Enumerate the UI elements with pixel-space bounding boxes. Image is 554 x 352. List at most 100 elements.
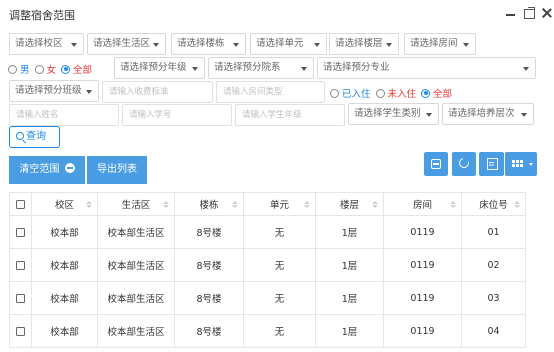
close-icon[interactable] [540,5,554,21]
unit-select[interactable]: 请选择单元 [250,33,327,55]
checkbox-icon[interactable] [16,199,25,209]
column-header[interactable]: 校区 [31,192,98,216]
pre-department-select-label: 请选择预分院系 [214,62,281,73]
table-row[interactable]: 校本部 校本部生活区 8号楼无 1层 0119 02 [9,248,526,282]
table-cell: 无 [243,248,316,282]
checkbox-icon[interactable] [16,293,25,303]
column-header-label: 生活区 [121,200,151,211]
sort-icon[interactable] [163,201,169,208]
table-cell: 0119 [383,215,462,249]
living-area-select[interactable]: 请选择生活区 [87,33,166,55]
chevron-down-icon [523,67,529,71]
room-select[interactable]: 请选择房间 [404,33,476,55]
gender-radio-option-2[interactable]: 全部 [61,62,92,76]
clear-scope-button[interactable]: 清空范围 [9,156,85,184]
maximize-icon[interactable] [522,5,536,21]
chevron-down-icon [386,43,392,47]
chevron-down-icon [153,43,159,47]
building-select[interactable]: 请选择楼栋 [171,33,246,55]
table-cell: 0119 [383,281,462,315]
gender-radio-label-1: 女 [46,65,57,76]
gender-radio-option-1[interactable]: 女 [34,62,57,76]
student-type-select[interactable]: 请选择学生类别 [348,103,439,125]
unit-select-label: 请选择单元 [256,38,304,49]
building-select-label: 请选择楼栋 [177,38,225,49]
refresh-icon[interactable] [452,152,476,176]
table-cell: 0119 [383,314,462,348]
column-header[interactable]: 单元 [243,192,316,216]
table-cell: 8号楼 [174,314,244,348]
pre-class-select[interactable]: 请选择预分班级 [9,80,99,102]
occupancy-radio-option-2[interactable]: 全部 [421,86,452,100]
table-cell: 校本部生活区 [97,281,175,315]
room-type-input[interactable]: 请输入房间类型 [216,81,325,103]
pre-department-select[interactable]: 请选择预分院系 [208,57,314,79]
sort-icon[interactable] [372,201,378,208]
floor-select[interactable]: 请选择楼层 [329,33,399,55]
chevron-down-icon [86,90,92,94]
column-header[interactable]: 床位号 [461,192,526,216]
radio-0-icon [8,64,17,74]
row-checkbox-cell[interactable] [9,281,32,315]
table-row[interactable]: 校本部 校本部生活区 8号楼无 1层 0119 01 [9,215,526,249]
collapse-icon[interactable] [424,152,448,176]
table-row[interactable]: 校本部 校本部生活区 8号楼无 1层 0119 04 [9,314,526,348]
minimize-icon[interactable] [504,5,518,21]
sort-icon[interactable] [86,201,92,208]
minus-circle-icon [64,163,75,173]
query-button[interactable]: 查询 [9,126,60,148]
fee-standard-input[interactable]: 请输入收费标准 [102,81,213,103]
chevron-down-icon [301,67,307,71]
chevron-down-icon [71,43,77,47]
chevron-down-icon [426,113,432,117]
export-list-button[interactable]: 导出列表 [87,156,147,184]
checkbox-icon[interactable] [16,326,25,336]
column-header-label: 楼层 [339,200,359,211]
clear-scope-label: 清空范围 [19,164,60,175]
pre-grade-select[interactable]: 请选择预分年级 [114,57,205,79]
student-no-input[interactable]: 请输入学号 [122,104,232,126]
occupancy-radio-option-0[interactable]: 已入住 [330,86,371,100]
table-body: 校本部 校本部生活区 8号楼无 1层 0119 01 校本部 校本部生活区 8号楼无 1层 0119… [9,215,526,348]
sort-icon[interactable] [514,201,520,208]
column-header[interactable]: 房间 [383,192,462,216]
pre-major-select-label: 请选择预分专业 [323,62,390,73]
checkbox-icon[interactable] [16,260,25,270]
sort-icon[interactable] [450,201,456,208]
gender-radio-option-0[interactable]: 男 [8,62,30,76]
training-level-select-label: 请选择培养层次 [448,108,515,119]
column-header[interactable]: 生活区 [97,192,175,216]
select-all-checkbox[interactable] [9,192,32,216]
checkbox-icon[interactable] [16,227,25,237]
column-header[interactable]: 楼栋 [174,192,244,216]
sort-icon[interactable] [304,201,310,208]
pre-class-select-label: 请选择预分班级 [15,85,82,96]
radio-2-icon [61,64,71,74]
table-row[interactable]: 校本部 校本部生活区 8号楼无 1层 0119 03 [9,281,526,315]
occupancy-radio-label-2: 全部 [433,89,453,100]
chevron-down-icon [314,43,320,47]
sort-icon[interactable] [232,201,238,208]
campus-select-label: 请选择校区 [15,38,63,49]
table-cell: 无 [243,281,316,315]
student-year-input[interactable]: 请输入学生年级 [235,104,345,126]
campus-select[interactable]: 请选择校区 [9,33,84,55]
table-cell: 8号楼 [174,215,244,249]
column-header[interactable]: 楼层 [315,192,384,216]
columns-icon[interactable] [505,152,537,176]
title-bar: 调整宿舍范围 [0,0,554,28]
occupancy-radio-option-1[interactable]: 未入住 [375,86,416,100]
list-icon[interactable] [479,152,504,176]
row-checkbox-cell[interactable] [9,248,32,282]
occupancy-radio-label-0: 已入住 [342,89,371,100]
pre-major-select[interactable]: 请选择预分专业 [317,57,536,79]
name-input[interactable]: 请输入姓名 [9,104,119,126]
table-cell: 04 [461,314,526,348]
table-header: 校区 生活区 楼栋 单元 楼层 房间 床位号 [9,192,526,216]
row-checkbox-cell[interactable] [9,314,32,348]
training-level-select[interactable]: 请选择培养层次 [442,103,534,125]
table-cell: 1层 [315,215,384,249]
chevron-down-icon [233,43,239,47]
table-cell: 校本部 [31,215,98,249]
row-checkbox-cell[interactable] [9,215,32,249]
